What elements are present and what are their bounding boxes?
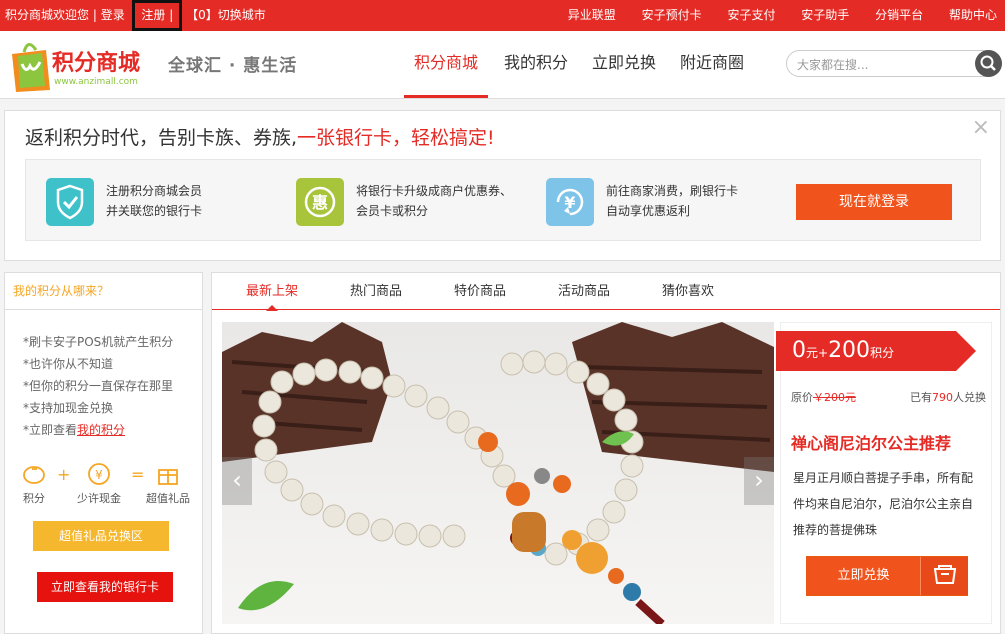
nav-redeem-now[interactable]: 立即兑换 xyxy=(584,31,664,98)
nav-nearby[interactable]: 附近商圈 xyxy=(672,31,752,98)
bead-bracelet-image xyxy=(222,322,774,624)
steps-box: 注册积分商城会员 并关联您的银行卡 惠 将银行卡升级成商户优惠券、 会员卡或积分… xyxy=(25,159,981,241)
promo-panel: 返利积分时代，告别卡族、券族,一张银行卡，轻松搞定! × 注册积分商城会员 并关… xyxy=(4,110,1001,261)
yen-coin-icon: ¥ xyxy=(88,463,110,485)
promo-title: 返利积分时代，告别卡族、券族,一张银行卡，轻松搞定! xyxy=(25,127,495,149)
tab-new[interactable]: 最新上架 xyxy=(234,273,310,311)
top-bar-links: 异业联盟 安子预付卡 安子支付 安子助手 分销平台 帮助中心 xyxy=(546,0,997,31)
top-bar-left: 积分商城欢迎您 | 登录 注册 | 【0】切换城市 xyxy=(5,0,266,31)
tab-hot[interactable]: 热门商品 xyxy=(338,273,414,310)
search-input[interactable]: 大家都在搜... xyxy=(797,56,868,73)
search-icon xyxy=(980,55,996,71)
gift-exchange-button[interactable]: 超值礼品兑换区 xyxy=(33,521,169,551)
site-logo[interactable]: 积分商城 www.anzimall.com xyxy=(8,34,148,94)
nav-points-mall[interactable]: 积分商城 xyxy=(404,31,488,98)
register-link[interactable]: 注册 | xyxy=(132,0,183,31)
points-sidebar: 我的积分从哪来？ *刷卡安子POS机就产生积分 *也许你从不知道 *但你的积分一… xyxy=(4,272,203,634)
piggy-bank-icon xyxy=(23,466,45,484)
login-link[interactable]: 登录 xyxy=(101,0,125,31)
tab-guess[interactable]: 猜你喜欢 xyxy=(650,273,726,310)
svg-text:¥: ¥ xyxy=(564,193,575,212)
link-prepaid-card[interactable]: 安子预付卡 xyxy=(642,0,702,31)
svg-text:www.anzimall.com: www.anzimall.com xyxy=(54,77,138,87)
tab-activity[interactable]: 活动商品 xyxy=(546,273,622,310)
slogan: 全球汇 · 惠生活 xyxy=(168,56,298,76)
product-tabs: 最新上架 热门商品 特价商品 活动商品 猜你喜欢 xyxy=(212,273,1000,311)
top-bar: 积分商城欢迎您 | 登录 注册 | 【0】切换城市 异业联盟 安子预付卡 安子支… xyxy=(0,0,1005,31)
svg-text:惠: 惠 xyxy=(312,193,328,212)
my-points-link[interactable]: 我的积分 xyxy=(77,423,125,437)
link-distribution[interactable]: 分销平台 xyxy=(875,0,923,31)
redeem-now-button[interactable]: 立即兑换 xyxy=(806,556,968,596)
price-row: 原价￥200元 已有790人兑换 xyxy=(791,391,986,404)
welcome-text: 积分商城欢迎您 xyxy=(5,8,90,22)
link-assistant[interactable]: 安子助手 xyxy=(801,0,849,31)
view-bank-card-button[interactable]: 立即查看我的银行卡 xyxy=(37,572,173,602)
product-panel: 最新上架 热门商品 特价商品 活动商品 猜你喜欢 ‹ › 0元+200积分 原价… xyxy=(211,272,1001,634)
points-formula: 积分 + ¥ 少许现金 = 超值礼品 xyxy=(17,461,197,511)
yen-refund-icon: ¥ xyxy=(546,178,594,226)
step-upgrade: 惠 将银行卡升级成商户优惠券、 会员卡或积分 xyxy=(296,178,536,228)
tab-special[interactable]: 特价商品 xyxy=(442,273,518,310)
shield-check-icon xyxy=(46,178,94,226)
header: 积分商城 www.anzimall.com 全球汇 · 惠生活 积分商城 我的积… xyxy=(0,31,1005,99)
product-description: 星月正月顺白菩提子手串，所有配件均来自尼泊尔，尼泊尔公主亲自推荐的菩提佛珠 xyxy=(793,471,974,537)
hui-coupon-icon: 惠 xyxy=(296,178,344,226)
sidebar-heading: 我的积分从哪来？ xyxy=(5,273,202,310)
step-consume: ¥ 前往商家消费，刷银行卡 自动享优惠返利 xyxy=(546,178,786,228)
search-box[interactable]: 大家都在搜... xyxy=(786,50,1002,77)
banner-prev-arrow[interactable]: ‹ xyxy=(222,457,252,505)
link-pay[interactable]: 安子支付 xyxy=(727,0,775,31)
close-icon[interactable]: × xyxy=(972,115,990,140)
link-alliance[interactable]: 异业联盟 xyxy=(568,0,616,31)
product-name[interactable]: 禅心阁尼泊尔公主推荐 xyxy=(791,430,951,454)
link-help[interactable]: 帮助中心 xyxy=(949,0,997,31)
gift-icon xyxy=(158,469,178,485)
sidebar-tips: *刷卡安子POS机就产生积分 *也许你从不知道 *但你的积分一直保存在那里 *支… xyxy=(23,335,174,437)
step-register: 注册积分商城会员 并关联您的银行卡 xyxy=(46,178,286,228)
switch-city-link[interactable]: 【0】切换城市 xyxy=(186,0,266,31)
price-tag: 0元+200积分 xyxy=(776,331,976,371)
svg-text:¥: ¥ xyxy=(95,468,103,482)
login-now-button[interactable]: 现在就登录 xyxy=(796,184,952,220)
nav-my-points[interactable]: 我的积分 xyxy=(496,31,576,98)
banner-next-arrow[interactable]: › xyxy=(744,457,774,505)
search-button[interactable] xyxy=(975,50,1002,77)
cart-icon xyxy=(920,557,968,595)
svg-text:积分商城: 积分商城 xyxy=(52,50,140,76)
product-info: 0元+200积分 原价￥200元 已有790人兑换 禅心阁尼泊尔公主推荐 星月正… xyxy=(776,322,992,624)
logo-bag-icon: 积分商城 www.anzimall.com xyxy=(12,43,140,92)
product-banner-image[interactable]: ‹ › xyxy=(222,322,774,624)
